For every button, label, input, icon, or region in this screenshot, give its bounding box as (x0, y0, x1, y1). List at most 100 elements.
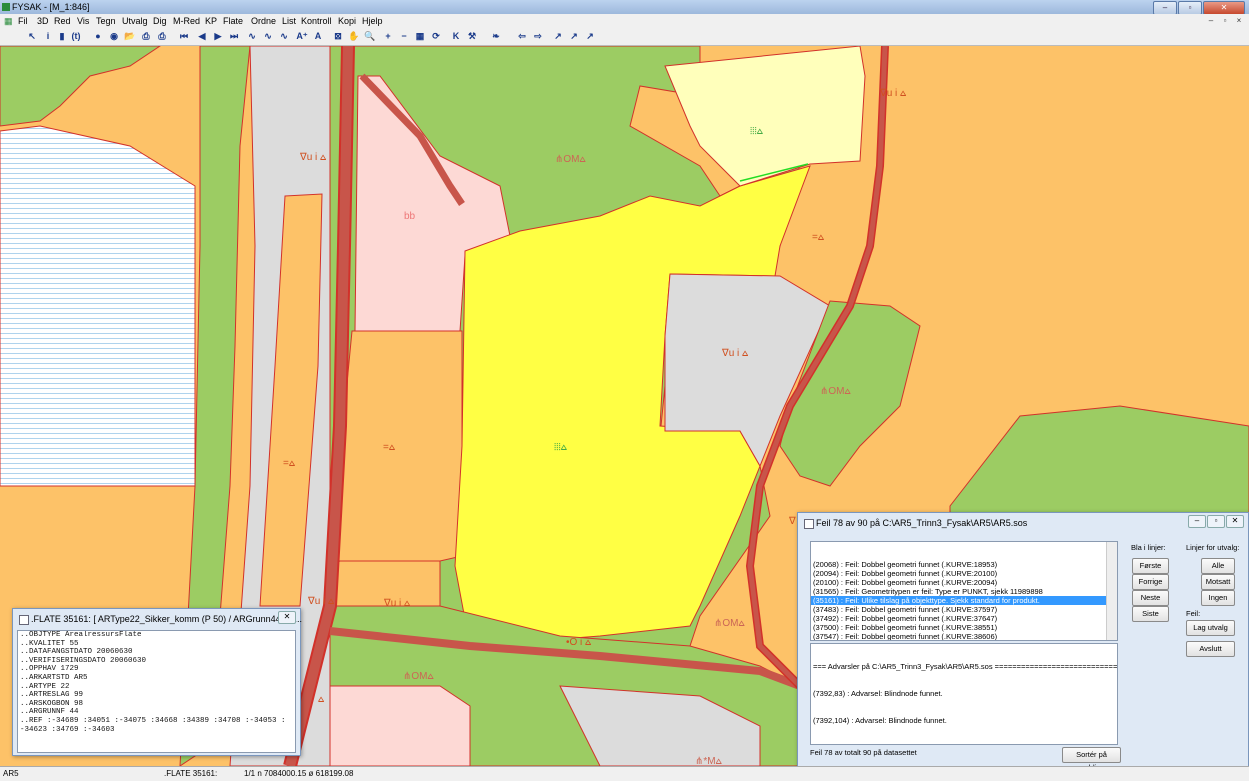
text-icon[interactable]: A (312, 30, 324, 42)
text-add-icon[interactable]: A⁺ (296, 30, 308, 42)
menu-tegn[interactable]: Tegn (96, 14, 116, 28)
print-icon[interactable]: ⎙ (140, 30, 152, 42)
mdi-minimize-button[interactable]: – (1205, 15, 1217, 26)
flate-info-line: ..ARTRESLAG 99 (20, 691, 84, 700)
error-row[interactable]: (37492) : Feil: Dobbel geometri funnet (… (811, 614, 1117, 623)
prev-icon[interactable]: ◀ (196, 30, 208, 42)
mdi-restore-button[interactable]: ▫ (1219, 15, 1231, 26)
menu-kp[interactable]: KP (205, 14, 217, 28)
last-button[interactable]: Siste (1132, 606, 1169, 622)
error-dialog-minimize-button[interactable]: – (1188, 515, 1206, 528)
flate-info-line: ..KVALITET 55 (20, 639, 79, 648)
refresh-icon[interactable]: ⟳ (430, 30, 442, 42)
map-label: ∇u i ⩟ (300, 152, 327, 163)
error-list-dialog[interactable]: Feil 78 av 90 på C:\AR5_Trinn3_Fysak\AR5… (797, 512, 1249, 772)
app-icon (2, 3, 10, 11)
curve3-icon[interactable]: ∿ (278, 30, 290, 42)
last-icon[interactable]: ⏭ (228, 30, 240, 42)
pointer-icon[interactable]: ↖ (26, 30, 38, 42)
error-list-scrollbar[interactable] (1106, 542, 1117, 640)
error-row[interactable]: (37483) : Feil: Dobbel geometri funnet (… (811, 605, 1117, 614)
sort-by-message-button[interactable]: Sortér på melding (1062, 747, 1121, 772)
angle2-icon[interactable]: ↗ (568, 30, 580, 42)
map-label: ⋔OM⩟ (820, 386, 851, 397)
grid-icon[interactable]: ▦ (414, 30, 426, 42)
close-dialog-button[interactable]: Avslutt (1186, 641, 1235, 657)
curve2-icon[interactable]: ∿ (262, 30, 274, 42)
menu-kopi[interactable]: Kopi (338, 14, 356, 28)
close-button[interactable]: ✕ (1203, 1, 1245, 15)
maximize-button[interactable]: ▫ (1178, 1, 1202, 15)
menu-dig[interactable]: Dig (153, 14, 167, 28)
menu-kontroll[interactable]: Kontroll (301, 14, 332, 28)
info-icon[interactable]: i (42, 30, 54, 42)
menu-hjelp[interactable]: Hjelp (362, 14, 383, 28)
none-button[interactable]: Ingen (1201, 590, 1235, 606)
warnings-list[interactable]: === Advarsler på C:\AR5_Trinn3_Fysak\AR5… (810, 643, 1118, 745)
menu-m-red[interactable]: M-Red (173, 14, 200, 28)
next-icon[interactable]: ▶ (212, 30, 224, 42)
tool-icon[interactable]: ⚒ (466, 30, 478, 42)
flate-info-text[interactable]: ..OBJTYPE ArealressursFlate ..KVALITET 55… (17, 630, 296, 753)
menu-list[interactable]: List (282, 14, 296, 28)
globe-icon[interactable]: ● (92, 30, 104, 42)
error-row[interactable]: (37500) : Feil: Dobbel geometri funnet (… (811, 623, 1117, 632)
all-button[interactable]: Alle (1201, 558, 1235, 574)
bla-label: Bla i linjer: (1131, 543, 1166, 552)
first-icon[interactable]: ⏮ (178, 30, 190, 42)
minimize-button[interactable]: – (1153, 1, 1177, 15)
warning-row[interactable]: (7392,104) : Advarsel: Blindnode funnet. (811, 716, 1117, 725)
angle1-icon[interactable]: ↗ (552, 30, 564, 42)
menu-flate[interactable]: Flate (223, 14, 243, 28)
arrow-left-icon[interactable]: ⇦ (516, 30, 528, 42)
previous-button[interactable]: Forrige (1132, 574, 1169, 590)
print2-icon[interactable]: ⎙ (156, 30, 168, 42)
error-row[interactable]: (37547) : Feil: Dobbel geometri funnet (… (811, 632, 1117, 640)
flate-dialog-caption[interactable]: .FLATE 35161: [ ARType22_Sikker_komm (P … (13, 609, 302, 629)
globe2-icon[interactable]: ◉ (108, 30, 120, 42)
next-button[interactable]: Neste (1132, 590, 1169, 606)
map-icon: ▦ (4, 16, 13, 26)
zoom-out-icon[interactable]: − (398, 30, 410, 42)
zoom-icon[interactable]: 🔍 (364, 30, 376, 42)
k-icon[interactable]: K (450, 30, 462, 42)
angle3-icon[interactable]: ↗ (584, 30, 596, 42)
flate-info-dialog[interactable]: .FLATE 35161: [ ARType22_Sikker_komm (P … (12, 608, 302, 756)
menu-utvalg[interactable]: Utvalg (122, 14, 148, 28)
zoom-extent-icon[interactable]: ⊠ (332, 30, 344, 42)
curve-icon[interactable]: ∿ (246, 30, 258, 42)
error-dialog-caption[interactable]: Feil 78 av 90 på C:\AR5_Trinn3_Fysak\AR5… (798, 513, 1248, 533)
flag-icon[interactable]: ▮ (56, 30, 68, 42)
leaf-icon[interactable]: ❧ (490, 30, 502, 42)
warnings-header: === Advarsler på C:\AR5_Trinn3_Fysak\AR5… (813, 662, 1118, 671)
error-row[interactable]: (20094) : Feil: Dobbel geometri funnet (… (811, 569, 1117, 578)
flate-info-line: ..ARTYPE 22 (20, 682, 70, 691)
zoom-in-icon[interactable]: + (382, 30, 394, 42)
make-selection-button[interactable]: Lag utvalg (1186, 620, 1235, 636)
paren-t-icon[interactable]: (t) (70, 30, 82, 42)
flate-dialog-close-button[interactable]: ✕ (278, 611, 296, 624)
menu-fil[interactable]: Fil (18, 14, 28, 28)
error-list[interactable]: (20068) : Feil: Dobbel geometri funnet (… (810, 541, 1118, 641)
utvalg-label: Linjer for utvalg: (1186, 543, 1240, 552)
flate-info-line: ..REF :-34689 :34051 :-34075 :34668 :343… (20, 716, 286, 725)
pan-icon[interactable]: ✋ (348, 30, 360, 42)
first-button[interactable]: Første (1132, 558, 1169, 574)
open-icon[interactable]: 📂 (124, 30, 136, 42)
window-controls: – ▫ ✕ (1153, 1, 1245, 15)
invert-button[interactable]: Motsatt (1201, 574, 1235, 590)
menu-vis[interactable]: Vis (77, 14, 89, 28)
flate-dialog-title: .FLATE 35161: [ ARType22_Sikker_komm (P … (31, 614, 302, 624)
mdi-close-button[interactable]: × (1233, 15, 1245, 26)
error-row[interactable]: (35161) : Feil: Ulike tilslag på objektt… (811, 596, 1117, 605)
menu-ordne[interactable]: Ordne (251, 14, 276, 28)
error-dialog-maximize-button[interactable]: ▫ (1207, 515, 1225, 528)
error-dialog-close-button[interactable]: ✕ (1226, 515, 1244, 528)
arrow-right-icon[interactable]: ⇨ (532, 30, 544, 42)
error-row[interactable]: (20068) : Feil: Dobbel geometri funnet (… (811, 560, 1117, 569)
menu-red[interactable]: Red (54, 14, 71, 28)
error-row[interactable]: (20100) : Feil: Dobbel geometri funnet (… (811, 578, 1117, 587)
warning-row[interactable]: (7392,83) : Advarsel: Blindnode funnet. (811, 689, 1117, 698)
menu-3d[interactable]: 3D (37, 14, 49, 28)
error-row[interactable]: (31565) : Feil: Geometritypen er feil: T… (811, 587, 1117, 596)
